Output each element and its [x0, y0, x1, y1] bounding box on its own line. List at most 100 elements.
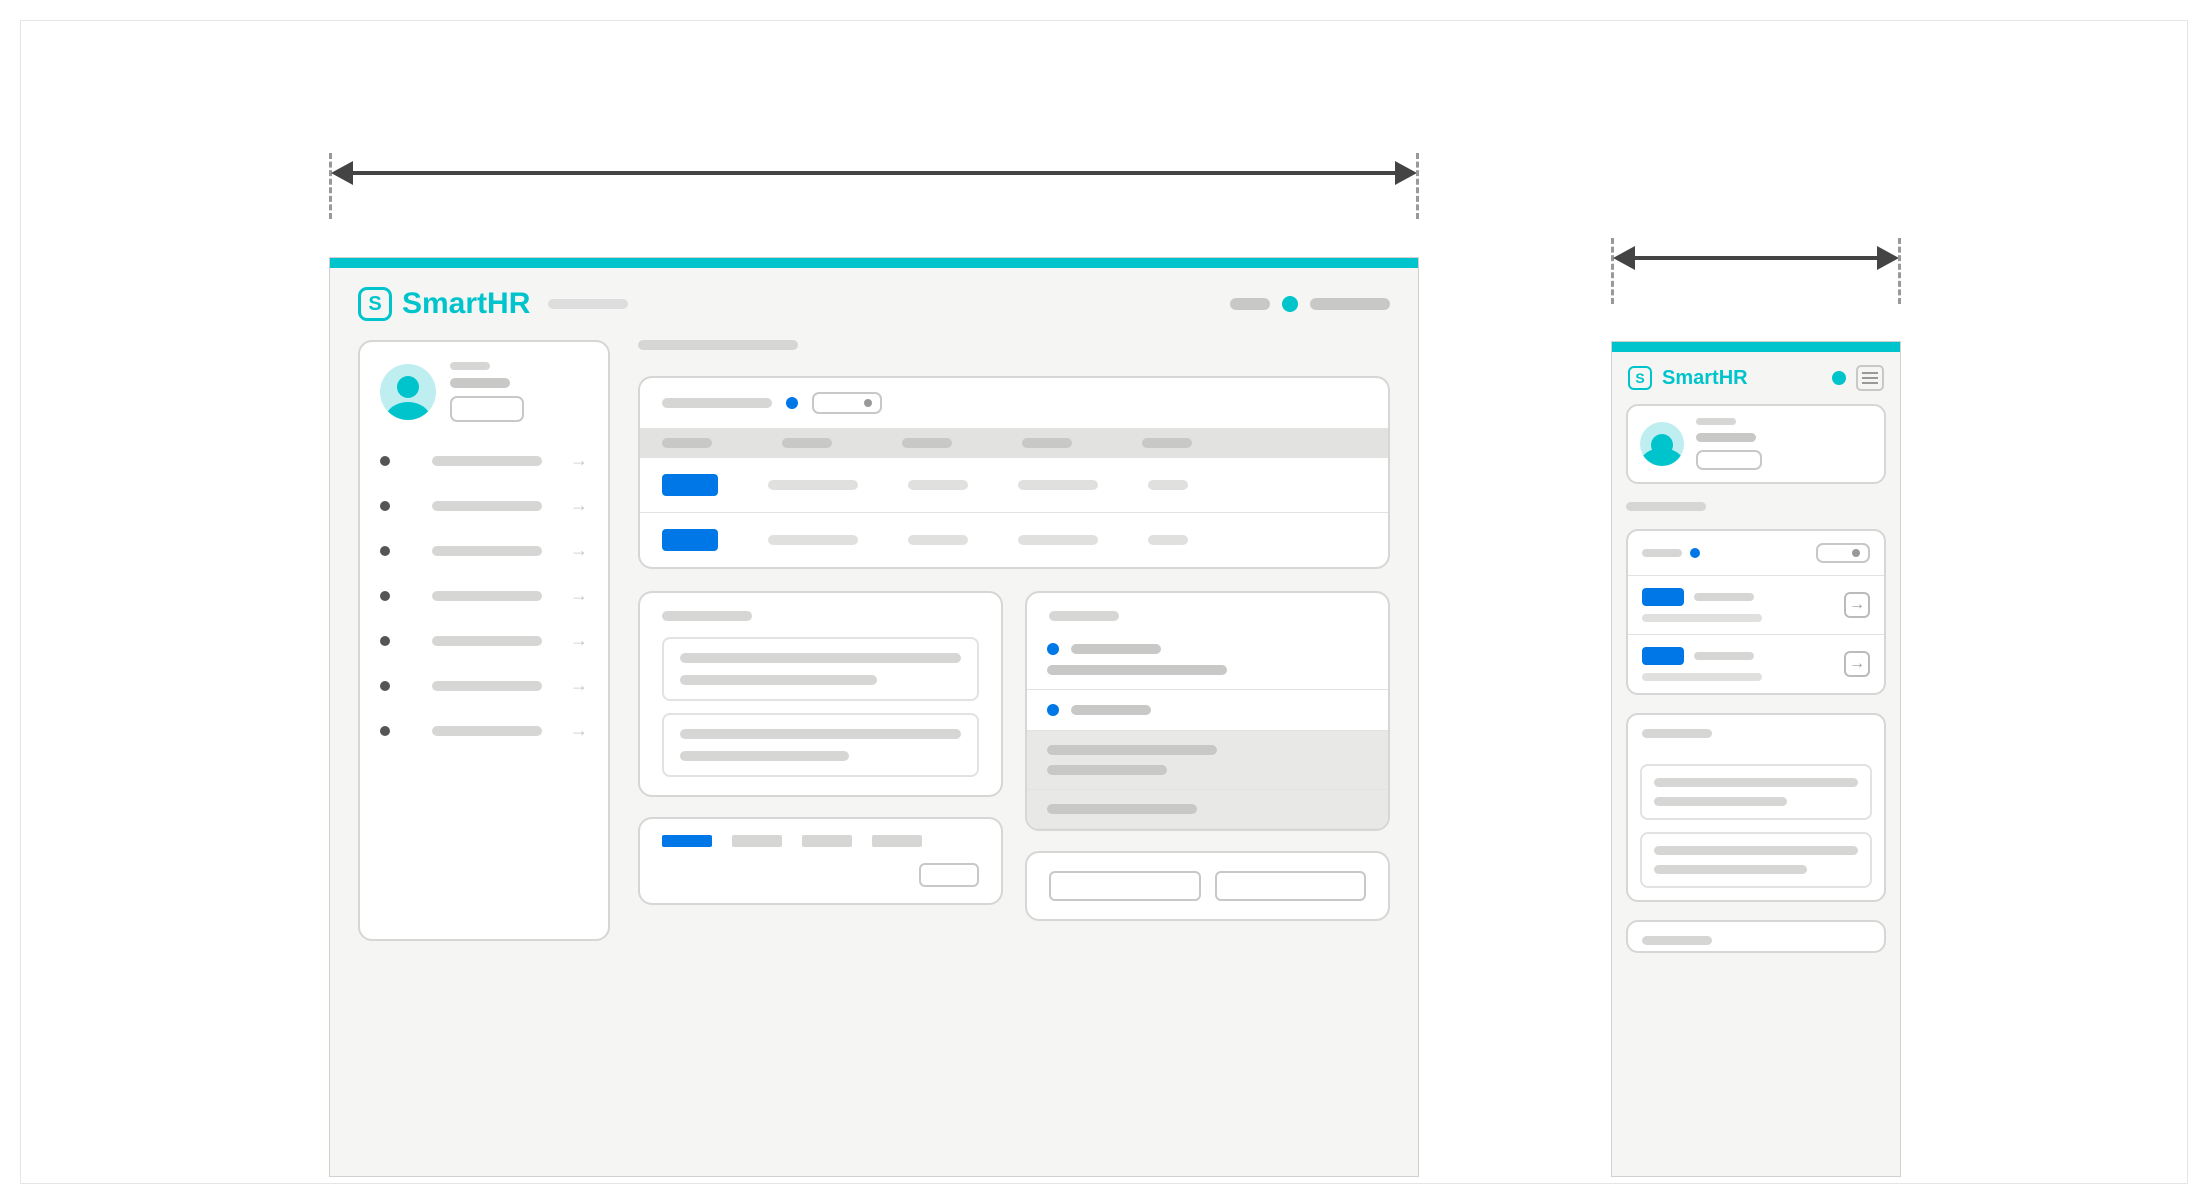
data-list-card: → → — [1626, 529, 1886, 695]
content-card-partial — [1626, 920, 1886, 953]
sidebar-menu: → → → → → → → — [380, 450, 588, 741]
section-title-placeholder — [1626, 502, 1706, 511]
sidebar: → → → → → → → — [358, 340, 610, 941]
list-row[interactable]: → — [1628, 634, 1884, 693]
dim-arrow-line — [1617, 256, 1895, 260]
tab-item[interactable] — [802, 835, 852, 847]
line-placeholder — [1694, 652, 1754, 660]
card-title-placeholder — [1642, 729, 1712, 738]
chevron-right-icon: → — [570, 675, 588, 696]
avatar-icon[interactable] — [380, 364, 436, 420]
hamburger-menu-icon[interactable] — [1856, 365, 1884, 391]
list-item-selected[interactable] — [1027, 731, 1388, 790]
sidebar-label-placeholder — [432, 546, 542, 556]
avatar-icon[interactable] — [1640, 422, 1684, 466]
split-button[interactable] — [1215, 871, 1367, 901]
tab-bar — [640, 819, 1001, 847]
nav-item[interactable] — [1230, 298, 1270, 310]
tab-active[interactable] — [662, 835, 712, 847]
column-header — [1142, 438, 1192, 448]
filter-select[interactable] — [812, 392, 882, 414]
sidebar-item[interactable]: → — [380, 495, 588, 516]
section-title-placeholder — [638, 340, 798, 350]
cell-placeholder — [908, 535, 968, 545]
column-header — [1022, 438, 1072, 448]
mobile-layout: S SmartHR — [1611, 341, 1901, 1177]
line-placeholder — [1654, 797, 1787, 806]
sidebar-item[interactable]: → — [380, 675, 588, 696]
action-chip[interactable] — [919, 863, 979, 887]
go-arrow-icon[interactable]: → — [1844, 651, 1870, 677]
mobile-width-indicator — [1611, 256, 1901, 260]
brand-name: SmartHR — [402, 287, 530, 321]
nested-card[interactable] — [662, 637, 979, 701]
list-row[interactable]: → — [1628, 575, 1884, 634]
table-row[interactable] — [640, 458, 1388, 513]
profile-name-placeholder — [450, 362, 490, 370]
tab-item[interactable] — [872, 835, 922, 847]
sidebar-item[interactable]: → — [380, 540, 588, 561]
cell-placeholder — [768, 535, 858, 545]
dim-arrow-line — [335, 171, 1413, 175]
profile-action-button[interactable] — [1696, 450, 1762, 470]
line-placeholder — [1642, 614, 1762, 622]
filter-select[interactable] — [1816, 543, 1870, 563]
list-item-selected[interactable] — [1027, 790, 1388, 829]
line-placeholder — [1654, 778, 1858, 787]
sidebar-item[interactable]: → — [380, 450, 588, 471]
line-placeholder — [1047, 665, 1227, 675]
line-placeholder — [1694, 593, 1754, 601]
sidebar-item[interactable]: → — [380, 585, 588, 606]
sidebar-label-placeholder — [432, 591, 542, 601]
sidebar-label-placeholder — [432, 501, 542, 511]
chevron-right-icon: → — [570, 630, 588, 651]
filter-active-icon — [1690, 548, 1700, 558]
nested-card[interactable] — [662, 713, 979, 777]
card-title-placeholder — [662, 611, 752, 621]
line-placeholder — [1654, 865, 1807, 874]
nested-card[interactable] — [1640, 832, 1872, 888]
chevron-right-icon: → — [570, 585, 588, 606]
chevron-right-icon: → — [570, 450, 588, 471]
chevron-right-icon: → — [570, 495, 588, 516]
sidebar-label-placeholder — [432, 726, 542, 736]
cell-placeholder — [1148, 480, 1188, 490]
bullet-icon — [1047, 704, 1059, 716]
cell-placeholder — [768, 480, 858, 490]
split-button[interactable] — [1049, 871, 1201, 901]
tab-item[interactable] — [732, 835, 782, 847]
table-filter-row — [640, 378, 1388, 428]
cell-placeholder — [908, 480, 968, 490]
list-card-right — [1025, 591, 1390, 831]
filter-label-placeholder — [1642, 549, 1682, 557]
logo-mark-icon: S — [1628, 366, 1652, 390]
column-header — [902, 438, 952, 448]
brand-logo[interactable]: S SmartHR — [358, 287, 530, 321]
bullet-icon — [380, 726, 390, 736]
go-arrow-icon[interactable]: → — [1844, 592, 1870, 618]
line-placeholder — [1071, 705, 1151, 715]
sidebar-item[interactable]: → — [380, 720, 588, 741]
list-item[interactable] — [1027, 690, 1388, 731]
tabbed-card — [638, 817, 1003, 905]
table-row[interactable] — [640, 513, 1388, 567]
header-subtitle-placeholder — [548, 299, 628, 309]
profile-action-button[interactable] — [450, 396, 524, 422]
table-header-row — [640, 428, 1388, 458]
data-table-card — [638, 376, 1390, 569]
bullet-icon — [380, 546, 390, 556]
nested-card[interactable] — [1640, 764, 1872, 820]
main-content — [638, 340, 1390, 941]
chevron-right-icon: → — [570, 540, 588, 561]
sidebar-item[interactable]: → — [380, 630, 588, 651]
brand-logo[interactable]: S SmartHR — [1628, 366, 1748, 390]
status-badge — [662, 529, 718, 551]
filter-active-icon — [786, 397, 798, 409]
diagram-frame: S SmartHR — [20, 20, 2188, 1184]
cell-placeholder — [1148, 535, 1188, 545]
nav-item[interactable] — [1310, 298, 1390, 310]
line-placeholder — [680, 729, 961, 739]
desktop-layout: S SmartHR — [329, 257, 1419, 1177]
list-item[interactable] — [1027, 629, 1388, 690]
bullet-icon — [380, 501, 390, 511]
